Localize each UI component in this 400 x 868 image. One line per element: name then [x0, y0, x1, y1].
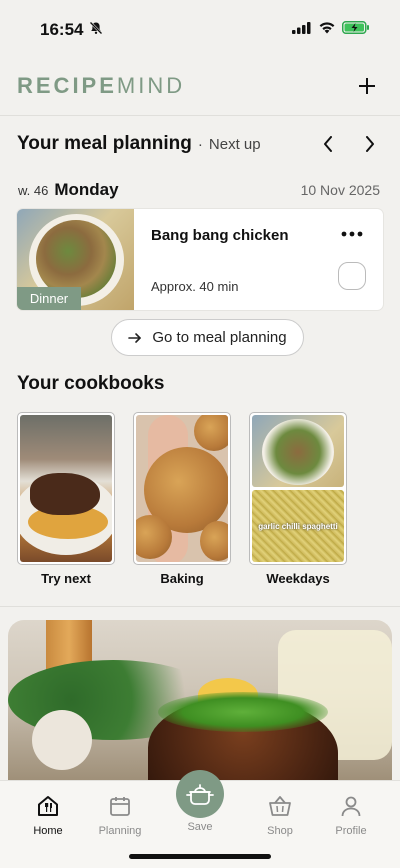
- logo-light: MIND: [116, 73, 186, 98]
- calendar-icon: [90, 793, 150, 819]
- add-button[interactable]: [354, 73, 380, 99]
- day-name: Monday: [54, 180, 119, 199]
- pot-icon: [186, 784, 214, 805]
- tab-planning[interactable]: Planning: [90, 793, 150, 837]
- cookbook-cover: garlic chilli spaghetti: [249, 412, 347, 565]
- chevron-left-icon: [324, 136, 332, 152]
- tab-profile[interactable]: Profile: [321, 793, 381, 837]
- cookbook-baking[interactable]: Baking: [133, 412, 231, 586]
- meal-time: Approx. 40 min: [151, 279, 239, 294]
- go-to-meal-planning-button[interactable]: Go to meal planning: [111, 319, 304, 356]
- section-divider: [0, 606, 400, 607]
- next-day-button[interactable]: [360, 131, 380, 157]
- meal-name: Bang bang chicken: [151, 227, 289, 244]
- status-time-group: 16:54: [40, 20, 103, 40]
- app-header: RECIPEMIND: [0, 60, 400, 112]
- meal-planning-header: Your meal planning · Next up: [17, 130, 380, 158]
- app-logo: RECIPEMIND: [17, 73, 185, 99]
- cookbook-cover: [17, 412, 115, 565]
- tab-label: Shop: [267, 825, 293, 837]
- tab-label: Profile: [335, 825, 367, 837]
- day-date: 10 Nov 2025: [300, 182, 380, 198]
- cookbook-label: Try next: [41, 571, 91, 586]
- home-indicator: [129, 854, 271, 859]
- go-to-meal-planning-label: Go to meal planning: [152, 329, 287, 346]
- day-navigation: [318, 131, 380, 157]
- tab-label-save: Save: [187, 821, 213, 833]
- arrow-right-icon: [128, 332, 142, 343]
- save-button[interactable]: [176, 770, 224, 818]
- bell-slash-icon: [89, 20, 103, 40]
- home-icon: [18, 793, 78, 819]
- meal-planning-subtitle: Next up: [208, 135, 261, 153]
- basket-icon: [250, 793, 310, 819]
- cookbook-label: Weekdays: [266, 571, 330, 586]
- tab-home[interactable]: Home: [18, 793, 78, 837]
- cookbook-weekdays[interactable]: garlic chilli spaghetti Weekdays: [249, 412, 347, 586]
- person-icon: [321, 793, 381, 819]
- cookbooks-title: Your cookbooks: [17, 373, 165, 394]
- cookbook-photo-caption: garlic chilli spaghetti: [258, 522, 338, 531]
- wifi-icon: [318, 21, 336, 39]
- meal-image: Dinner: [17, 209, 134, 310]
- meal-more-button[interactable]: [339, 227, 365, 241]
- meal-done-checkbox[interactable]: [338, 262, 366, 290]
- meal-planning-separator: ·: [197, 135, 203, 153]
- day-row: w. 46 Monday 10 Nov 2025: [18, 180, 380, 202]
- featured-recipe-card[interactable]: [8, 620, 392, 790]
- status-time: 16:54: [40, 20, 84, 39]
- meal-type-tag: Dinner: [17, 287, 81, 310]
- battery-charging-icon: [342, 21, 370, 39]
- meal-planning-title: Your meal planning: [17, 133, 192, 154]
- status-bar: 16:54: [0, 0, 400, 60]
- signal-icon: [292, 21, 312, 39]
- header-divider: [0, 115, 400, 116]
- logo-bold: RECIPE: [17, 73, 117, 98]
- status-icons: [292, 21, 370, 39]
- plus-icon: [359, 78, 375, 94]
- meal-card[interactable]: Dinner Bang bang chicken Approx. 40 min: [17, 209, 383, 310]
- tab-shop[interactable]: Shop: [250, 793, 310, 837]
- more-horizontal-icon: [341, 231, 363, 237]
- chevron-right-icon: [366, 136, 374, 152]
- tab-label: Planning: [98, 825, 142, 837]
- cookbook-cover: [133, 412, 231, 565]
- tab-label: Home: [33, 825, 63, 837]
- cookbook-try-next[interactable]: Try next: [17, 412, 115, 586]
- cookbook-label: Baking: [160, 571, 204, 586]
- previous-day-button[interactable]: [318, 131, 338, 157]
- week-number: w. 46: [18, 183, 49, 198]
